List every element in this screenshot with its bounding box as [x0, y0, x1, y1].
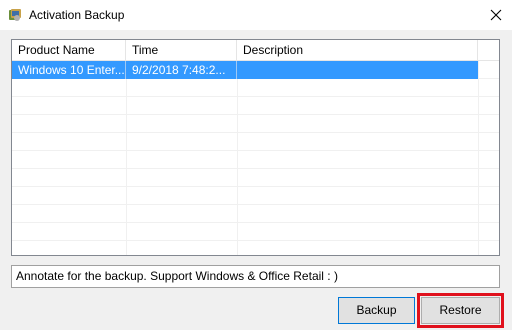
annotation-input[interactable]: Annotate for the backup. Support Windows… — [11, 265, 500, 288]
column-header-description[interactable]: Description — [237, 40, 478, 61]
grid-divider — [478, 61, 479, 255]
window-title: Activation Backup — [29, 8, 125, 22]
activation-backup-window: Activation Backup Product Name Time Desc… — [0, 0, 512, 330]
column-header-time[interactable]: Time — [126, 40, 237, 61]
column-header-product-name[interactable]: Product Name — [12, 40, 126, 61]
list-header: Product Name Time Description — [12, 40, 499, 61]
backup-list[interactable]: Product Name Time Description Windows 10… — [11, 39, 500, 256]
grid-divider — [126, 61, 127, 255]
close-button[interactable] — [480, 0, 512, 30]
cell-product-name: Windows 10 Enter... — [12, 61, 126, 79]
close-icon — [490, 9, 502, 21]
backup-button[interactable]: Backup — [338, 297, 415, 324]
grid-divider — [237, 61, 238, 255]
cell-description — [237, 61, 478, 79]
restore-button[interactable]: Restore — [421, 297, 500, 324]
list-row-selected[interactable]: Windows 10 Enter... 9/2/2018 7:48:2... — [12, 61, 478, 79]
app-icon — [8, 8, 22, 22]
cell-time: 9/2/2018 7:48:2... — [126, 61, 237, 79]
list-grid — [12, 61, 499, 255]
title-bar: Activation Backup — [0, 0, 512, 30]
